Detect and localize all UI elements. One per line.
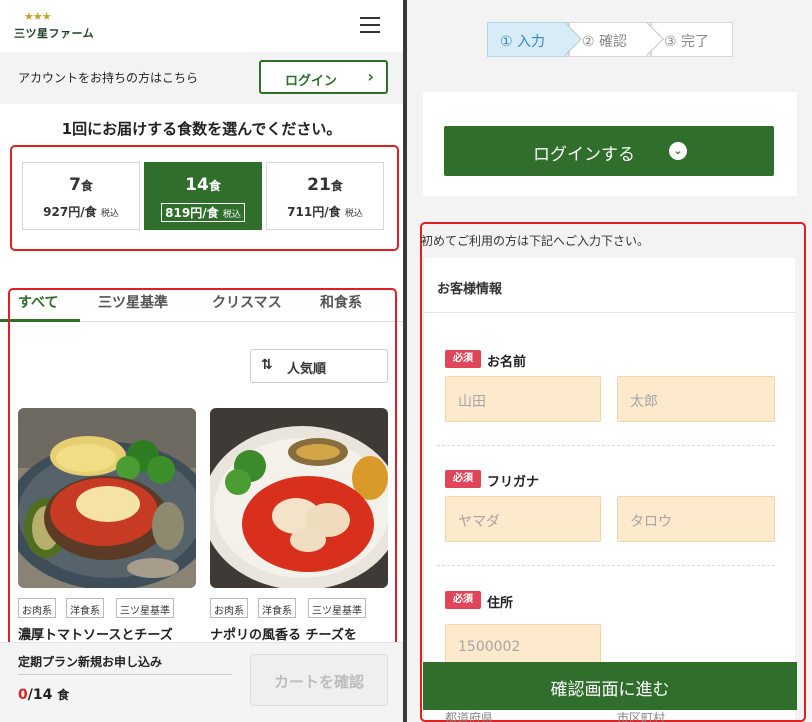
tax-label: 税込: [222, 210, 241, 220]
chevron-down-icon: ⌄: [669, 142, 687, 160]
plan-count: 14食: [145, 175, 261, 195]
registration-panel: ① 入力 ② 確認 ③ 完了 ログインする ⌄ 初めてご利用の方は下記へご入力下…: [407, 0, 812, 722]
cart-progress-line: [18, 674, 232, 675]
sort-label: 人気順: [287, 362, 327, 377]
view-cart-button[interactable]: カートを確認: [250, 654, 388, 706]
tax-label: 税込: [344, 209, 363, 219]
proceed-to-confirm-label: 確認画面に進む: [550, 680, 670, 700]
required-badge: 必須: [445, 470, 481, 488]
proceed-to-confirm-button[interactable]: 確認画面に進む: [423, 662, 797, 710]
star-icon: ★★★: [24, 10, 52, 23]
last-name-input[interactable]: 山田: [445, 376, 601, 422]
plan-count-unit: 食: [80, 179, 93, 193]
first-name-input[interactable]: 太郎: [617, 376, 775, 422]
product-image[interactable]: [210, 408, 388, 588]
site-header: ★★★ 三ツ星ファーム: [0, 0, 403, 52]
plan-count-value: 7: [69, 175, 81, 195]
login-dropdown-button[interactable]: ログインする ⌄: [444, 126, 774, 176]
login-dropdown-label: ログインする: [533, 145, 635, 165]
meal-plan-panel: ★★★ 三ツ星ファーム アカウントをお持ちの方はこちら ログイン › 1回にお届…: [0, 0, 403, 722]
section-title: お客様情報: [437, 282, 503, 297]
plan-price: 711円/食 税込: [267, 203, 383, 220]
product-tag: お肉系: [18, 598, 56, 618]
plan-count-unit: 食: [208, 179, 221, 193]
product-tag: 三ツ星基準: [308, 598, 366, 618]
plan-price-value: 711: [287, 205, 313, 219]
napoli-chicken-photo: [210, 408, 388, 588]
plan-price-per: 円/食: [68, 205, 97, 219]
product-tag: 洋食系: [66, 598, 104, 618]
required-badge: 必須: [445, 591, 481, 609]
prefecture-label: 都道府県: [445, 711, 494, 722]
product-name[interactable]: 濃厚トマトソースとチーズ: [18, 624, 173, 643]
tax-label: 税込: [100, 209, 119, 219]
plan-option-7[interactable]: 7食 927円/食 税込: [22, 162, 140, 230]
field-label-address: 住所: [487, 596, 514, 611]
product-tag: お肉系: [210, 598, 248, 618]
cart-count-total: /14: [27, 687, 53, 703]
view-cart-label: カートを確認: [273, 673, 364, 691]
step-label: ① 入力: [500, 34, 546, 50]
last-name-kana-input[interactable]: ヤマダ: [445, 496, 601, 542]
field-divider: [437, 565, 775, 566]
plan-count-unit: 食: [330, 179, 343, 193]
first-name-kana-input[interactable]: タロウ: [617, 496, 775, 542]
plan-price-value: 819: [165, 206, 191, 220]
account-prompt: アカウントをお持ちの方はこちら: [18, 71, 199, 85]
step-label: ② 確認: [582, 34, 628, 50]
plan-count-value: 21: [307, 175, 331, 195]
plan-option-21[interactable]: 21食 711円/食 税込: [266, 162, 384, 230]
plan-price: 819円/食 税込: [145, 203, 261, 222]
cart-count: 0/14 食: [18, 686, 69, 703]
plan-option-14[interactable]: 14食 819円/食 税込: [144, 162, 262, 230]
brand-logo[interactable]: ★★★ 三ツ星ファーム: [14, 10, 104, 42]
cart-count-value: 0: [18, 687, 28, 703]
plan-price-value: 927: [43, 205, 69, 219]
plan-price-per: 円/食: [312, 205, 341, 219]
field-label-furigana: フリガナ: [487, 475, 540, 490]
sort-button[interactable]: ⇅ 人気順: [250, 349, 388, 383]
cart-count-unit: 食: [57, 688, 70, 702]
product-tag: 洋食系: [258, 598, 296, 618]
chevron-right-icon: ›: [367, 67, 374, 86]
product-image[interactable]: [18, 408, 196, 588]
step-input: ① 入力: [487, 22, 582, 57]
product-name[interactable]: ナポリの風香る チーズを: [210, 624, 357, 643]
plan-count-value: 14: [185, 175, 209, 195]
field-divider: [437, 445, 775, 446]
plan-count: 7食: [23, 175, 139, 195]
field-label-name: お名前: [487, 355, 527, 370]
hamburg-steak-photo: [18, 408, 196, 588]
brand-name: 三ツ星ファーム: [14, 27, 95, 40]
plan-price-per: 円/食: [190, 206, 219, 220]
plan-count: 21食: [267, 175, 383, 195]
city-label: 市区町村: [617, 711, 666, 722]
step-label: ③ 完了: [664, 34, 710, 50]
plan-price: 927円/食 税込: [23, 203, 139, 220]
quantity-title: 1回にお届けする食数を選んでください。: [61, 120, 342, 138]
login-button[interactable]: ログイン ›: [259, 60, 388, 94]
cart-title: 定期プラン新規お申し込み: [18, 655, 163, 669]
first-time-note: 初めてご利用の方は下記へご入力下さい。: [421, 234, 650, 248]
product-tag: 三ツ星基準: [116, 598, 174, 618]
hamburger-menu-icon[interactable]: [358, 16, 382, 36]
login-button-label: ログイン: [285, 74, 338, 89]
required-badge: 必須: [445, 350, 481, 368]
sort-icon: ⇅: [261, 357, 273, 373]
section-divider: [423, 312, 795, 313]
